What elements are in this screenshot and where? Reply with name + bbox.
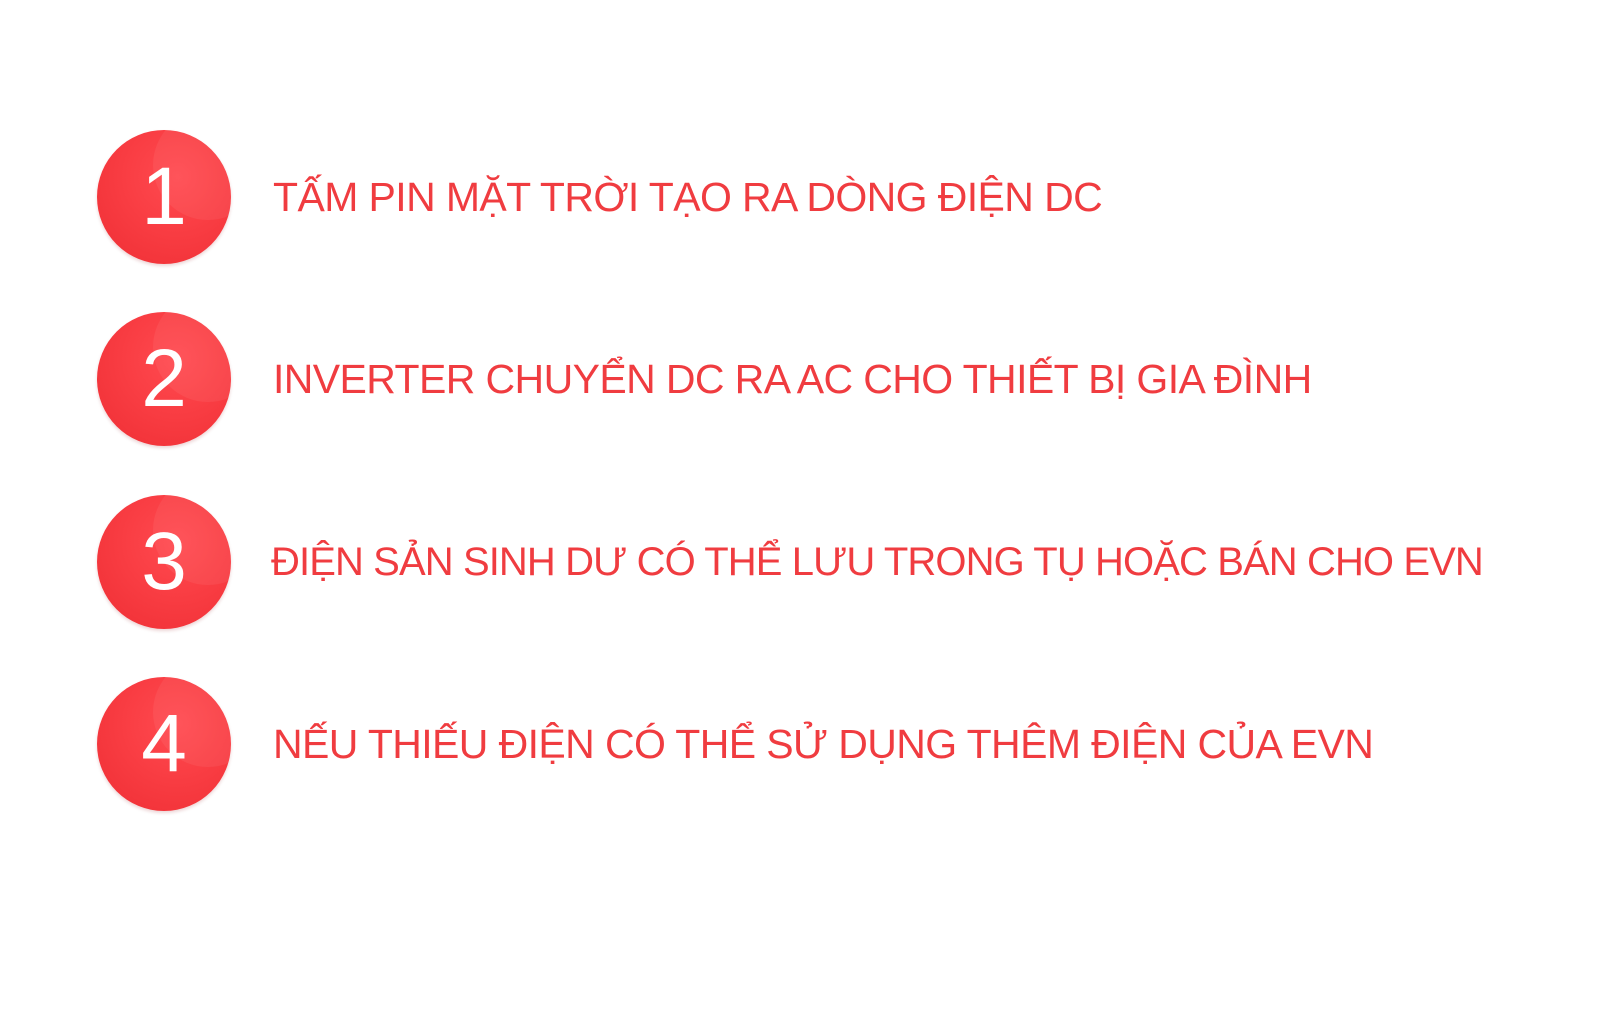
step-text: INVERTER CHUYỂN DC RA AC CHO THIẾT BỊ GI… — [273, 356, 1312, 402]
step-text: TẤM PIN MẶT TRỜI TẠO RA DÒNG ĐIỆN DC — [273, 174, 1103, 220]
step-number: 1 — [141, 151, 187, 242]
steps-list: 1 TẤM PIN MẶT TRỜI TẠO RA DÒNG ĐIỆN DC 2… — [0, 0, 1600, 1011]
step-text: NẾU THIẾU ĐIỆN CÓ THỂ SỬ DỤNG THÊM ĐIỆN … — [273, 721, 1374, 767]
step-item: 1 TẤM PIN MẶT TRỜI TẠO RA DÒNG ĐIỆN DC — [97, 130, 1587, 266]
step-number-badge: 3 — [97, 495, 231, 629]
step-item: 3 ĐIỆN SẢN SINH DƯ CÓ THỂ LƯU TRONG TỤ H… — [97, 495, 1587, 631]
step-number: 3 — [141, 516, 187, 607]
step-number-badge: 2 — [97, 312, 231, 446]
step-number-badge: 1 — [97, 130, 231, 264]
step-number: 4 — [141, 698, 187, 789]
step-item: 2 INVERTER CHUYỂN DC RA AC CHO THIẾT BỊ … — [97, 312, 1587, 448]
step-number: 2 — [141, 333, 187, 424]
step-number-badge: 4 — [97, 677, 231, 811]
step-item: 4 NẾU THIẾU ĐIỆN CÓ THỂ SỬ DỤNG THÊM ĐIỆ… — [97, 677, 1587, 813]
step-text: ĐIỆN SẢN SINH DƯ CÓ THỂ LƯU TRONG TỤ HOẶ… — [271, 540, 1484, 584]
